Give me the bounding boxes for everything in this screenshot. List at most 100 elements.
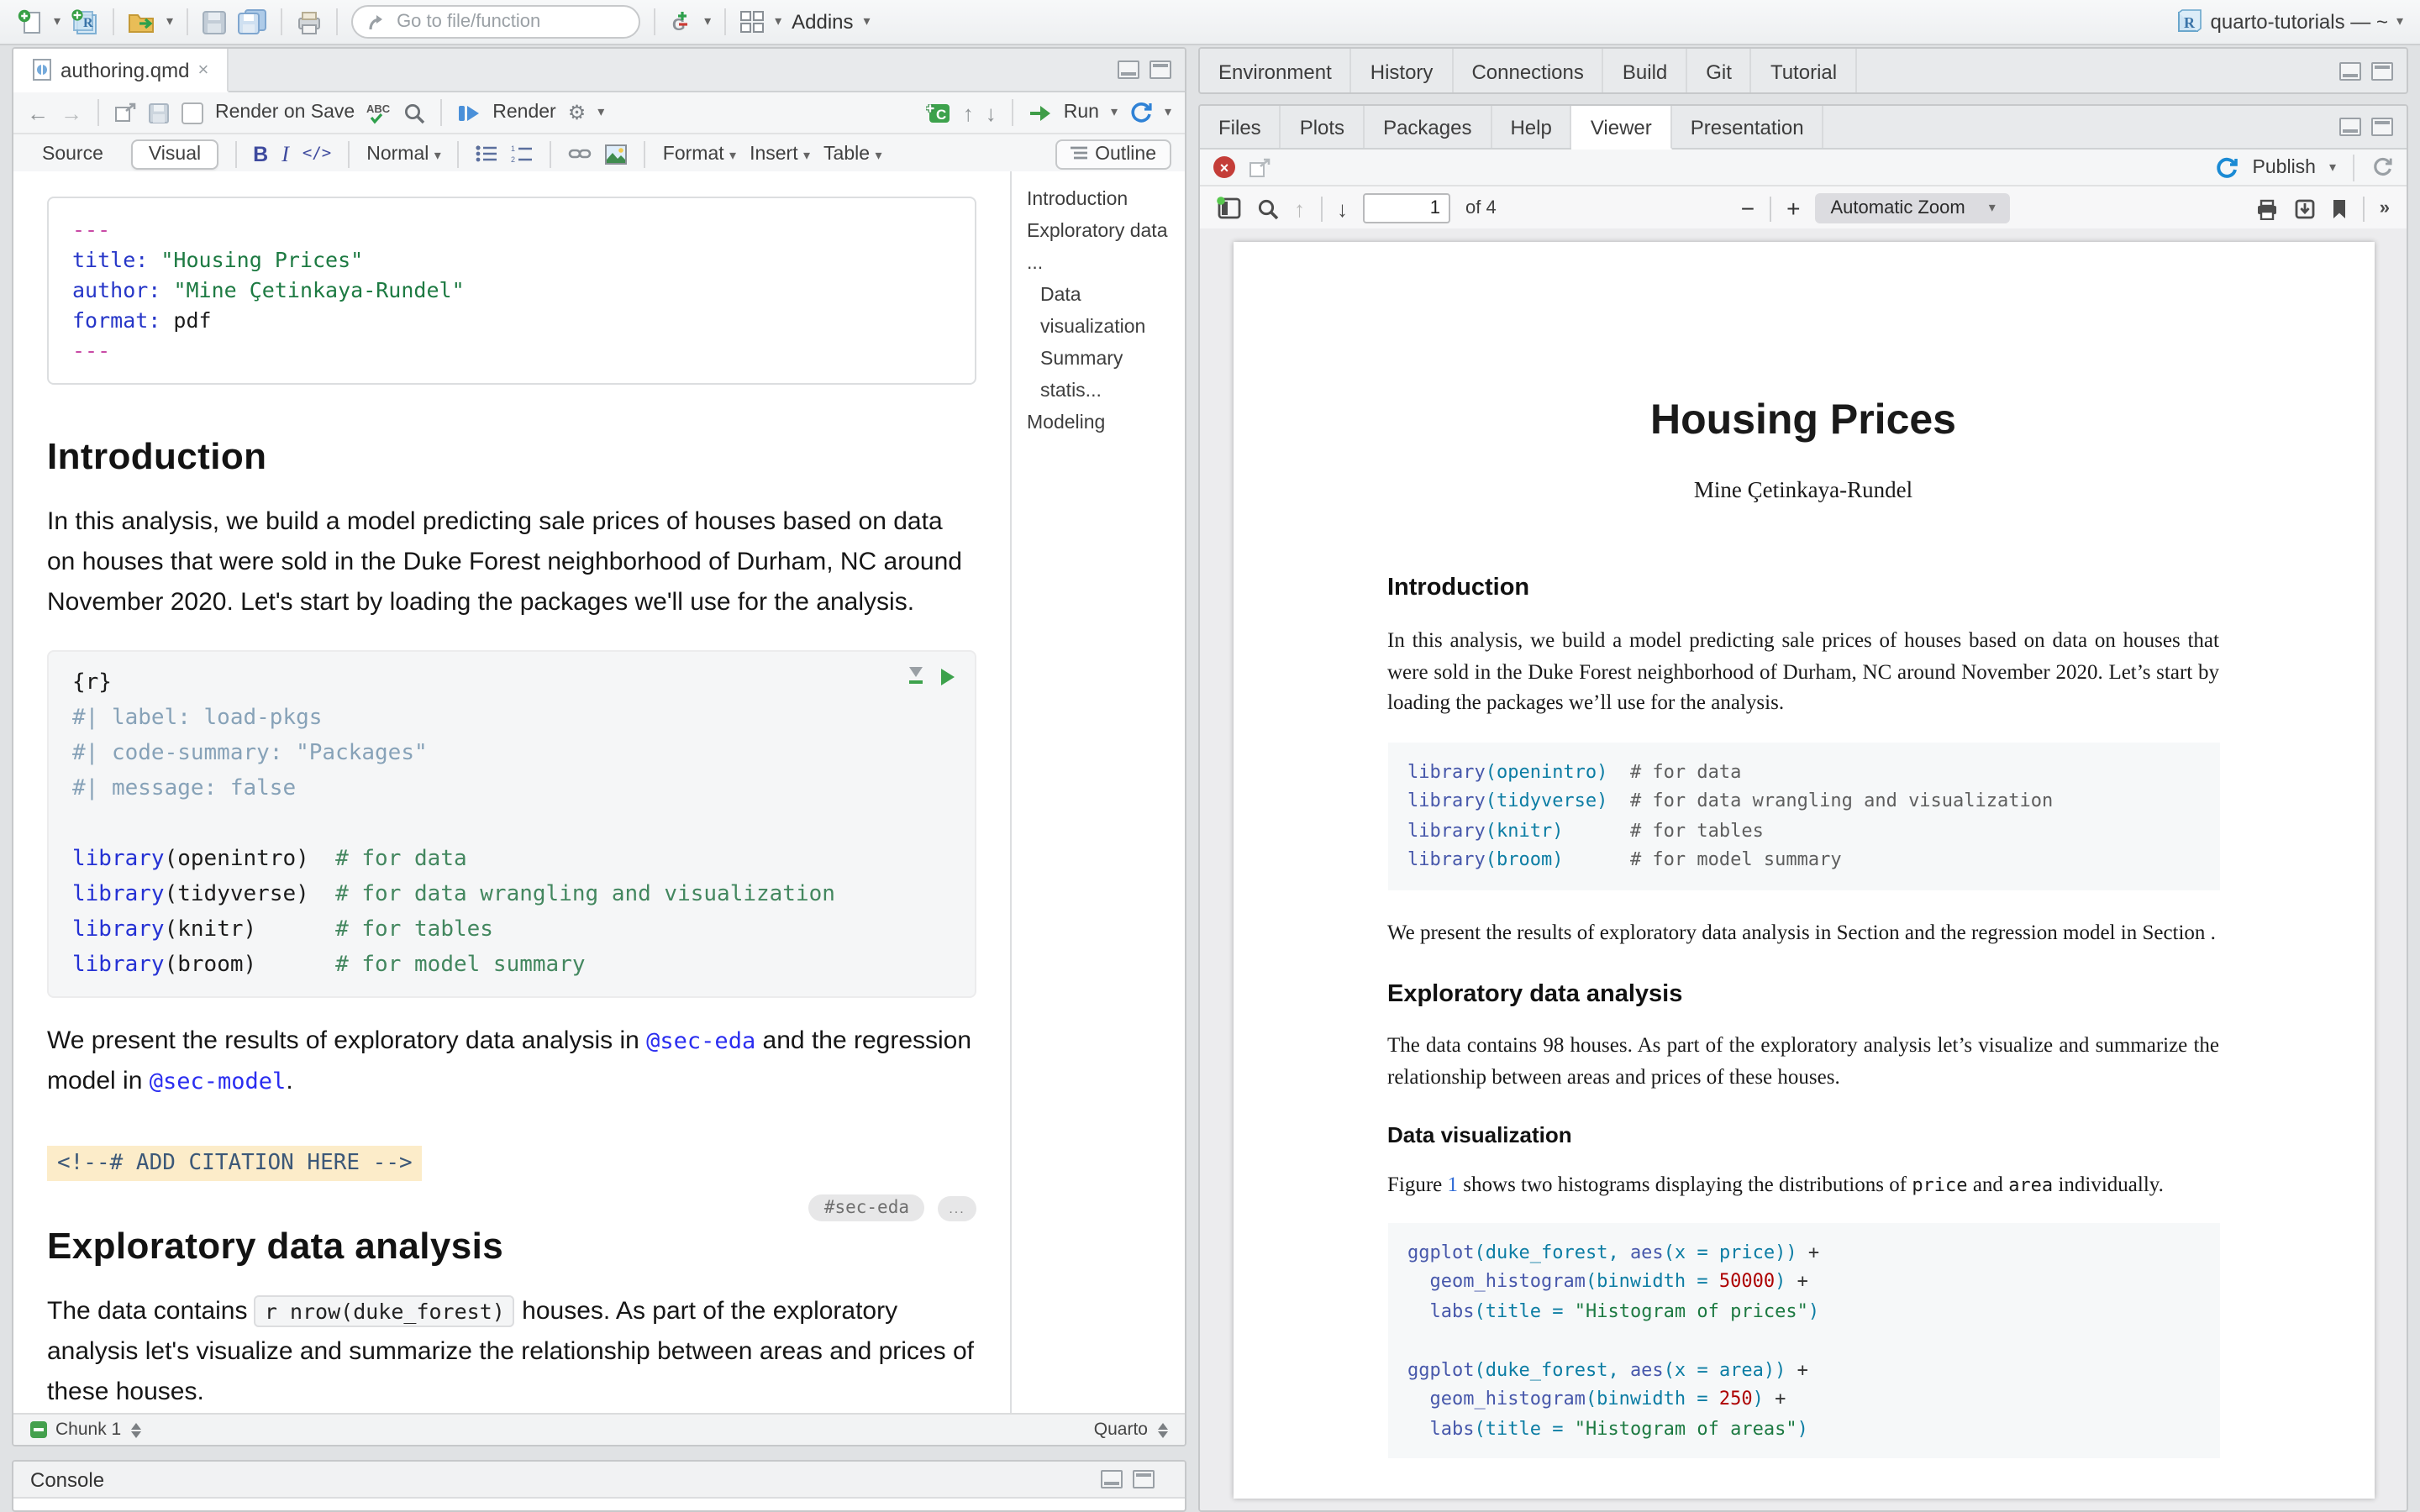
save-icon[interactable] (202, 9, 227, 34)
source-mode-button[interactable]: Source (27, 140, 118, 167)
tab-build[interactable]: Build (1604, 49, 1687, 94)
new-project-icon[interactable]: R (71, 8, 99, 35)
panes-layout-caret[interactable]: ▾ (775, 15, 781, 29)
minimize-console-icon[interactable] (1101, 1470, 1123, 1488)
go-next-section-icon[interactable]: ↓ (986, 100, 997, 125)
pdf-download-icon[interactable] (2294, 197, 2316, 219)
outline-item-introduction[interactable]: Introduction (1027, 185, 1185, 217)
pdf-bookmark-icon[interactable] (2331, 197, 2348, 219)
bold-button[interactable]: B (253, 142, 268, 165)
doc-mode-spinner-icon[interactable] (1156, 1422, 1168, 1437)
new-file-icon[interactable] (17, 8, 44, 35)
data-paragraph[interactable]: The data contains r nrow(duke_forest) ho… (47, 1292, 976, 1413)
tab-packages[interactable]: Packages (1365, 106, 1491, 148)
outline-item-data-visualization[interactable]: Data visualization (1027, 281, 1185, 344)
back-icon[interactable]: ← (27, 100, 49, 125)
project-menu[interactable]: R quarto-tutorials — ~ ▾ (2175, 8, 2403, 35)
tab-plots[interactable]: Plots (1281, 106, 1365, 148)
present-paragraph[interactable]: We present the results of exploratory da… (47, 1021, 976, 1102)
pdf-search-icon[interactable] (1257, 197, 1279, 219)
image-icon[interactable] (606, 144, 628, 164)
pdf-page-input[interactable] (1363, 193, 1450, 223)
tab-environment[interactable]: Environment (1200, 49, 1352, 94)
goto-file-search[interactable]: Go to file/function (351, 5, 640, 39)
popout-window-icon[interactable] (114, 102, 136, 123)
run-caret[interactable]: ▾ (1111, 106, 1118, 119)
chunk-code[interactable]: {r}#| label: load-pkgs#| code-summary: "… (72, 665, 951, 983)
maximize-pane-icon[interactable] (2371, 62, 2393, 81)
outline-item-eda[interactable]: Exploratory data ... (1027, 217, 1185, 281)
table-menu[interactable]: Table ▾ (823, 144, 881, 164)
pdf-more-tools-icon[interactable]: » (2380, 198, 2390, 218)
run-icon[interactable] (1028, 103, 1052, 122)
tab-files[interactable]: Files (1200, 106, 1281, 148)
tab-presentation[interactable]: Presentation (1672, 106, 1824, 148)
minimize-pane-icon[interactable] (2339, 62, 2361, 81)
viewer-popout-icon[interactable] (1249, 157, 1270, 177)
italic-button[interactable]: I (281, 140, 289, 167)
tab-close-icon[interactable]: × (197, 60, 208, 80)
pdf-viewer-area[interactable]: Housing Prices Mine Çetinkaya-Rundel Int… (1200, 228, 2407, 1510)
minimize-pane-icon[interactable] (1118, 60, 1139, 79)
doc-mode-label[interactable]: Quarto (1094, 1420, 1148, 1440)
stop-viewer-icon[interactable]: × (1213, 156, 1235, 178)
document-canvas[interactable]: ---title: "Housing Prices"author: "Mine … (13, 171, 1010, 1415)
insert-chunk-icon[interactable]: C (924, 102, 951, 123)
version-control-icon[interactable]: G (669, 8, 694, 35)
outline-item-modeling[interactable]: Modeling (1027, 408, 1185, 440)
source-refresh-icon[interactable] (1129, 101, 1153, 124)
pdf-zoom-select[interactable]: Automatic Zoom ▾ (1816, 193, 2011, 223)
render-on-save-checkbox[interactable] (182, 102, 203, 123)
panes-layout-icon[interactable] (739, 10, 765, 34)
r-code-chunk[interactable]: {r}#| label: load-pkgs#| code-summary: "… (47, 650, 976, 998)
console-header[interactable]: Console (13, 1462, 1185, 1499)
spellcheck-icon[interactable]: ABC (366, 101, 392, 124)
chunk-nav-label[interactable]: Chunk 1 (55, 1420, 121, 1440)
numbered-list-icon[interactable]: 12 (512, 144, 534, 163)
new-file-caret[interactable]: ▾ (54, 15, 60, 29)
save-doc-icon[interactable] (148, 102, 170, 123)
viewer-refresh-icon[interactable] (2371, 156, 2393, 178)
yaml-front-matter[interactable]: ---title: "Housing Prices"author: "Mine … (47, 197, 976, 385)
section-id-badge[interactable]: #sec-eda (809, 1194, 924, 1221)
paragraph-style-dropdown[interactable]: Normal ▾ (366, 144, 441, 164)
citation-comment[interactable]: <!--# ADD CITATION HERE --> (47, 1146, 423, 1181)
addins-caret[interactable]: ▾ (864, 15, 871, 29)
visual-mode-button[interactable]: Visual (132, 139, 218, 169)
chunk-indicator-icon[interactable] (30, 1421, 47, 1438)
forward-icon[interactable]: → (60, 100, 82, 125)
pdf-prev-page-icon[interactable]: ↑ (1294, 196, 1305, 221)
heading-introduction[interactable]: Introduction (47, 435, 976, 479)
render-settings-caret[interactable]: ▾ (597, 106, 604, 119)
minimize-pane-icon[interactable] (2339, 118, 2361, 136)
source-refresh-caret[interactable]: ▾ (1165, 106, 1171, 119)
pdf-zoom-out-icon[interactable]: − (1741, 195, 1754, 222)
find-replace-icon[interactable] (403, 102, 425, 123)
version-control-caret[interactable]: ▾ (704, 15, 711, 29)
outline-toggle-button[interactable]: Outline (1055, 139, 1171, 169)
render-button-label[interactable]: Render (492, 102, 555, 123)
tab-git[interactable]: Git (1687, 49, 1752, 94)
heading-eda[interactable]: Exploratory data analysis (47, 1225, 976, 1268)
save-all-icon[interactable] (237, 8, 267, 35)
tab-connections[interactable]: Connections (1453, 49, 1603, 94)
pdf-zoom-in-icon[interactable]: + (1786, 195, 1800, 222)
open-file-icon[interactable] (128, 9, 156, 34)
publish-button-label[interactable]: Publish (2253, 157, 2316, 177)
project-caret[interactable]: ▾ (2396, 15, 2403, 29)
run-chunks-above-icon[interactable] (908, 667, 924, 685)
chunk-nav-spinner-icon[interactable] (129, 1422, 141, 1437)
go-prev-section-icon[interactable]: ↑ (963, 100, 974, 125)
open-file-caret[interactable]: ▾ (166, 15, 173, 29)
render-settings-gear-icon[interactable]: ⚙ (568, 101, 587, 124)
pdf-next-page-icon[interactable]: ↓ (1337, 196, 1348, 221)
code-button[interactable]: </> (302, 144, 331, 163)
bullet-list-icon[interactable] (476, 144, 498, 163)
tab-history[interactable]: History (1352, 49, 1454, 94)
pdf-sidebar-toggle-icon[interactable] (1217, 197, 1242, 220)
maximize-pane-icon[interactable] (1150, 60, 1171, 79)
tab-help[interactable]: Help (1491, 106, 1571, 148)
intro-paragraph[interactable]: In this analysis, we build a model predi… (47, 502, 976, 623)
tab-viewer[interactable]: Viewer (1572, 106, 1672, 150)
link-icon[interactable] (569, 144, 592, 163)
